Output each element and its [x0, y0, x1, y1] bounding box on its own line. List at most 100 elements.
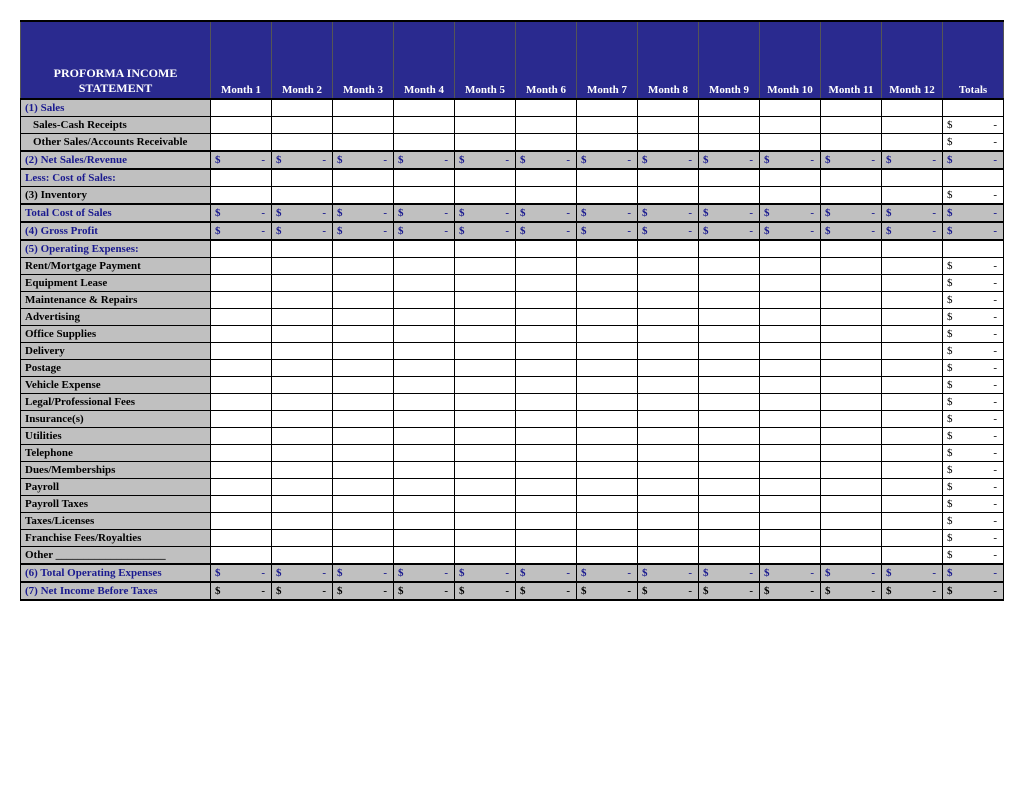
- month-cell[interactable]: [882, 326, 943, 343]
- month-cell[interactable]: [760, 187, 821, 205]
- month-cell[interactable]: [882, 547, 943, 565]
- month-cell[interactable]: [272, 496, 333, 513]
- month-cell[interactable]: [516, 445, 577, 462]
- month-cell[interactable]: [821, 513, 882, 530]
- month-cell[interactable]: [638, 326, 699, 343]
- month-cell[interactable]: [394, 99, 455, 117]
- month-cell[interactable]: [760, 275, 821, 292]
- month-cell[interactable]: [821, 187, 882, 205]
- month-cell[interactable]: [333, 292, 394, 309]
- month-cell[interactable]: $-: [699, 151, 760, 169]
- month-cell[interactable]: [272, 530, 333, 547]
- month-cell[interactable]: [455, 258, 516, 275]
- month-cell[interactable]: $-: [333, 564, 394, 582]
- month-cell[interactable]: [516, 275, 577, 292]
- month-cell[interactable]: $-: [821, 564, 882, 582]
- total-cell[interactable]: $-: [943, 222, 1004, 240]
- month-cell[interactable]: [882, 360, 943, 377]
- month-cell[interactable]: $-: [882, 204, 943, 222]
- month-cell[interactable]: [394, 292, 455, 309]
- month-cell[interactable]: [699, 240, 760, 258]
- month-cell[interactable]: [455, 479, 516, 496]
- month-cell[interactable]: $-: [882, 222, 943, 240]
- month-cell[interactable]: [394, 496, 455, 513]
- month-cell[interactable]: [455, 240, 516, 258]
- month-cell[interactable]: [455, 187, 516, 205]
- month-cell[interactable]: $-: [272, 204, 333, 222]
- month-cell[interactable]: [577, 275, 638, 292]
- month-cell[interactable]: [821, 169, 882, 187]
- month-cell[interactable]: $-: [394, 582, 455, 600]
- month-cell[interactable]: $-: [638, 222, 699, 240]
- month-cell[interactable]: [333, 428, 394, 445]
- month-cell[interactable]: $-: [699, 564, 760, 582]
- month-cell[interactable]: [516, 309, 577, 326]
- month-cell[interactable]: [638, 530, 699, 547]
- month-cell[interactable]: [211, 240, 272, 258]
- month-cell[interactable]: [211, 547, 272, 565]
- month-cell[interactable]: $-: [333, 222, 394, 240]
- month-cell[interactable]: [394, 326, 455, 343]
- month-cell[interactable]: [821, 343, 882, 360]
- month-cell[interactable]: $-: [211, 564, 272, 582]
- month-cell[interactable]: [882, 479, 943, 496]
- month-cell[interactable]: [333, 187, 394, 205]
- month-cell[interactable]: [394, 117, 455, 134]
- month-cell[interactable]: $-: [394, 564, 455, 582]
- month-cell[interactable]: [333, 479, 394, 496]
- month-cell[interactable]: [882, 134, 943, 152]
- month-cell[interactable]: [455, 547, 516, 565]
- month-cell[interactable]: [272, 326, 333, 343]
- month-cell[interactable]: [272, 187, 333, 205]
- month-cell[interactable]: [211, 513, 272, 530]
- month-cell[interactable]: [699, 513, 760, 530]
- month-cell[interactable]: [394, 187, 455, 205]
- month-cell[interactable]: [638, 309, 699, 326]
- month-cell[interactable]: $-: [577, 151, 638, 169]
- month-cell[interactable]: [882, 292, 943, 309]
- total-cell[interactable]: $-: [943, 394, 1004, 411]
- month-cell[interactable]: [760, 292, 821, 309]
- month-cell[interactable]: [455, 513, 516, 530]
- month-cell[interactable]: $-: [638, 204, 699, 222]
- month-cell[interactable]: [272, 343, 333, 360]
- month-cell[interactable]: $-: [882, 564, 943, 582]
- month-cell[interactable]: [394, 377, 455, 394]
- month-cell[interactable]: [516, 479, 577, 496]
- total-cell[interactable]: $-: [943, 377, 1004, 394]
- month-cell[interactable]: [821, 445, 882, 462]
- month-cell[interactable]: [394, 134, 455, 152]
- total-cell[interactable]: $-: [943, 411, 1004, 428]
- month-cell[interactable]: [211, 530, 272, 547]
- month-cell[interactable]: [455, 496, 516, 513]
- month-cell[interactable]: $-: [333, 582, 394, 600]
- month-cell[interactable]: [516, 99, 577, 117]
- month-cell[interactable]: [333, 258, 394, 275]
- month-cell[interactable]: [638, 187, 699, 205]
- month-cell[interactable]: [455, 134, 516, 152]
- month-cell[interactable]: [821, 479, 882, 496]
- month-cell[interactable]: $-: [455, 582, 516, 600]
- month-cell[interactable]: $-: [211, 222, 272, 240]
- month-cell[interactable]: [882, 117, 943, 134]
- month-cell[interactable]: [272, 275, 333, 292]
- month-cell[interactable]: [577, 326, 638, 343]
- month-cell[interactable]: [577, 99, 638, 117]
- month-cell[interactable]: $-: [760, 582, 821, 600]
- total-cell[interactable]: $-: [943, 462, 1004, 479]
- month-cell[interactable]: [272, 445, 333, 462]
- month-cell[interactable]: [394, 513, 455, 530]
- month-cell[interactable]: [638, 117, 699, 134]
- month-cell[interactable]: [394, 343, 455, 360]
- month-cell[interactable]: [699, 428, 760, 445]
- month-cell[interactable]: [516, 428, 577, 445]
- month-cell[interactable]: [333, 169, 394, 187]
- month-cell[interactable]: [638, 360, 699, 377]
- total-cell[interactable]: $-: [943, 479, 1004, 496]
- month-cell[interactable]: [699, 445, 760, 462]
- month-cell[interactable]: [577, 343, 638, 360]
- month-cell[interactable]: [760, 547, 821, 565]
- month-cell[interactable]: $-: [699, 222, 760, 240]
- month-cell[interactable]: [394, 547, 455, 565]
- month-cell[interactable]: [638, 496, 699, 513]
